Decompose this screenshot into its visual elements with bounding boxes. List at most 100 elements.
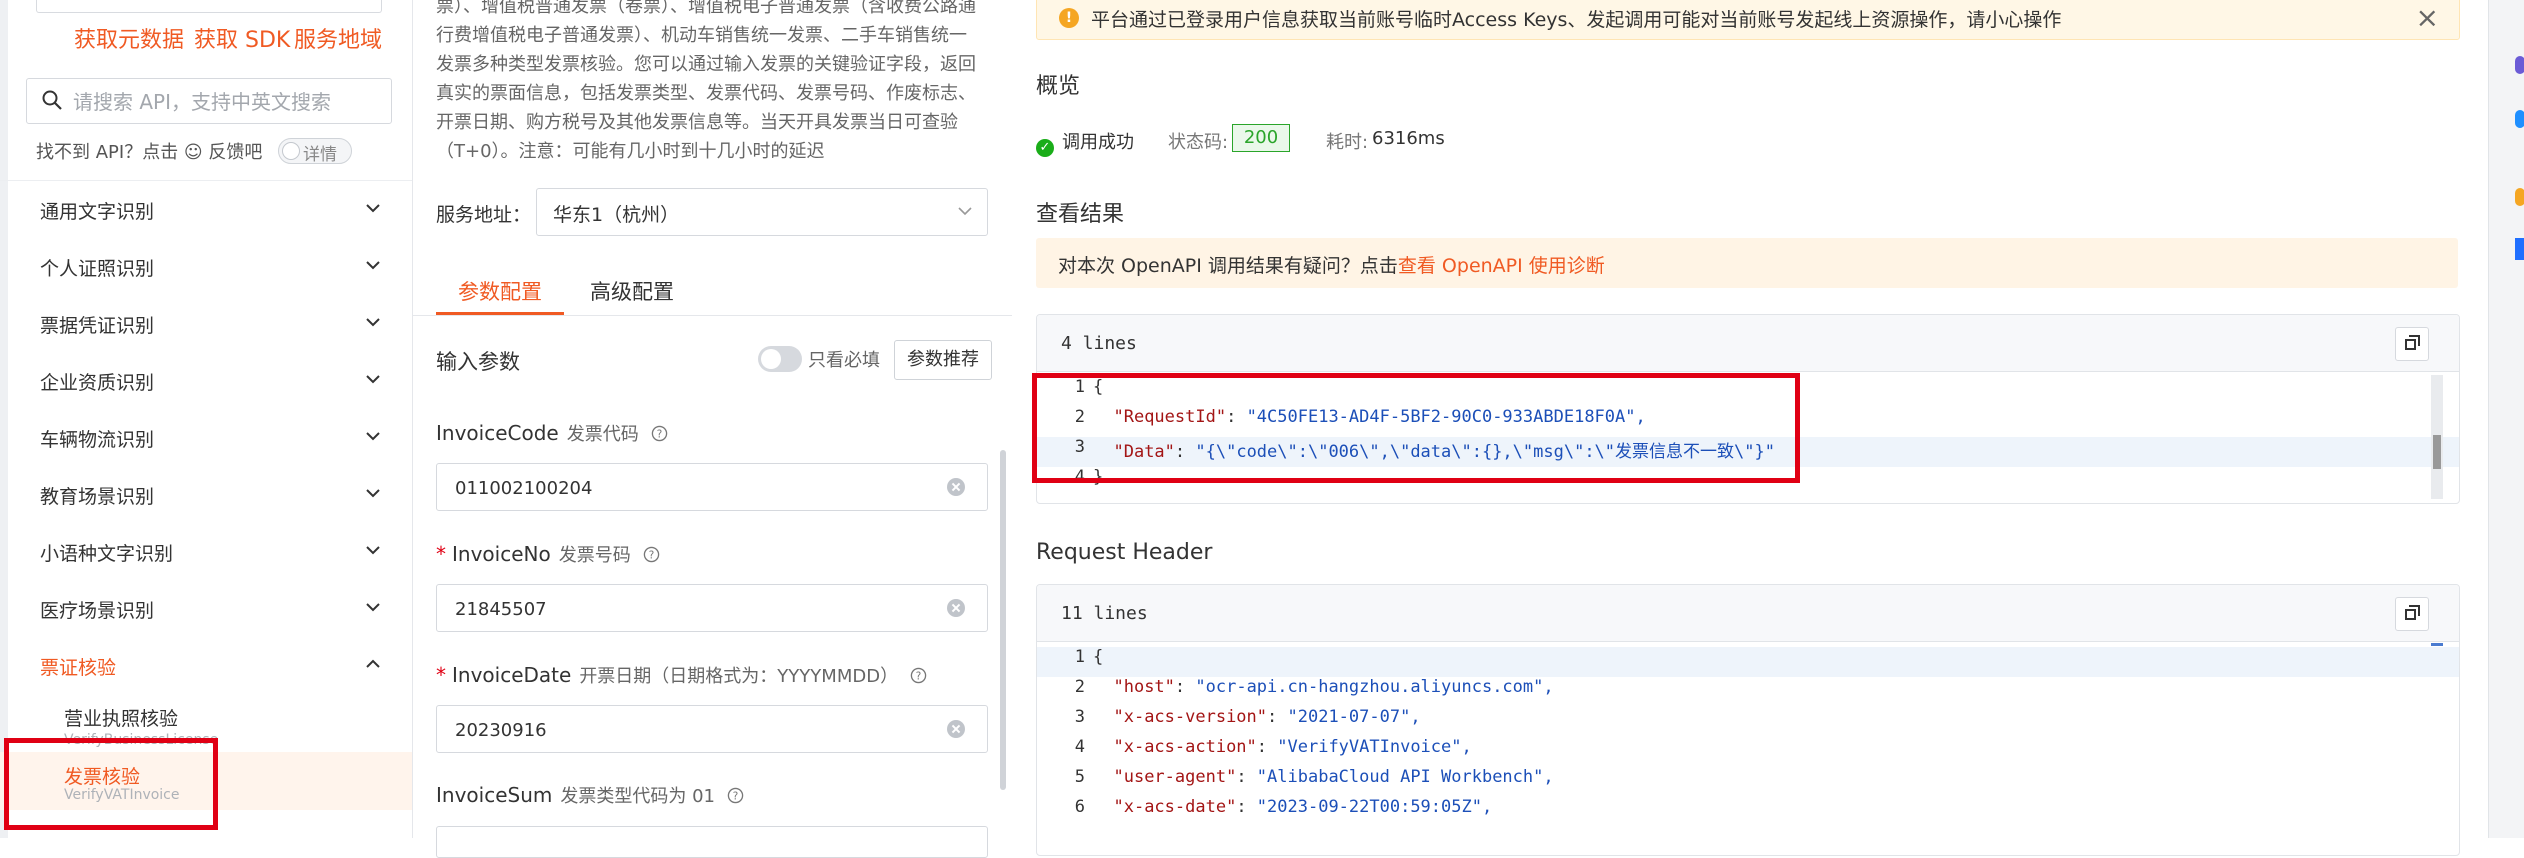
nav-personal-id-ocr[interactable]: 个人证照识别 <box>0 239 412 295</box>
param-desc: 发票代码 <box>566 424 639 445</box>
chevron-down-icon <box>958 207 972 216</box>
feedback-hint[interactable]: 找不到 API？点击 ☺ 反馈吧 <box>36 138 262 164</box>
line-count: 4 lines <box>1061 333 1137 354</box>
chevron-down-icon <box>366 546 380 555</box>
nav-medical-ocr[interactable]: 医疗场景识别 <box>0 581 412 637</box>
svg-text:?: ? <box>657 428 663 440</box>
close-icon[interactable]: × <box>2416 1 2439 34</box>
nav-label: 票据凭证识别 <box>40 315 155 337</box>
chevron-down-icon <box>366 261 380 270</box>
call-status: ✓ 调用成功 <box>1036 128 1134 157</box>
clear-icon[interactable] <box>947 599 965 617</box>
call-status-text: 调用成功 <box>1062 132 1134 153</box>
code-line: 5 "user-agent": "AlibabaCloud API Workbe… <box>1074 767 1554 787</box>
extension-icon[interactable] <box>2515 56 2524 74</box>
code-scrollbar[interactable] <box>2431 643 2443 855</box>
params-scrollbar[interactable] <box>1000 450 1006 790</box>
overview-title: 概览 <box>1036 74 1081 99</box>
nav-label: 小语种文字识别 <box>40 543 174 565</box>
only-required-switch[interactable] <box>758 346 802 372</box>
warning-alert: ! 平台通过已登录用户信息获取当前账号临时Access Keys、发起调用可能对… <box>1036 0 2460 40</box>
extension-icon[interactable] <box>2515 110 2524 128</box>
nav-general-ocr[interactable]: 通用文字识别 <box>0 182 412 238</box>
search-input[interactable] <box>71 87 375 117</box>
param-name: InvoiceDate <box>452 663 572 687</box>
invoiceno-field[interactable] <box>453 594 927 624</box>
code-line: 1{ <box>1037 647 2459 677</box>
invoicedate-input[interactable] <box>436 705 988 753</box>
invoicesum-input[interactable] <box>436 826 988 858</box>
line-count: 11 lines <box>1061 603 1148 624</box>
help-icon[interactable]: ? <box>910 667 927 684</box>
param-invoicesum-label: InvoiceSum 发票类型代码为 01 ? <box>436 782 744 808</box>
param-name: InvoiceCode <box>436 421 559 445</box>
detail-toggle-label: 详情 <box>303 145 337 165</box>
param-recommend-button[interactable]: 参数推荐 <box>894 340 992 380</box>
param-desc: 发票号码 <box>558 545 631 566</box>
toggle-knob <box>282 142 300 160</box>
param-desc: 开票日期（日期格式为：YYYYMMDD） <box>579 666 899 687</box>
extension-icon[interactable] <box>2515 188 2524 206</box>
diagnosis-bar: 对本次 OpenAPI 调用结果有疑问？点击查看 OpenAPI 使用诊断 <box>1036 238 2458 288</box>
status-code-label: 状态码: <box>1168 132 1229 153</box>
scrollbar-thumb[interactable] <box>2433 435 2441 469</box>
active-tab-indicator <box>436 312 564 315</box>
tabs-divider <box>412 315 1012 316</box>
extension-icon[interactable] <box>2515 238 2524 260</box>
search-icon <box>42 90 62 110</box>
service-address-label: 服务地址： <box>436 204 532 226</box>
diagnosis-prefix: 对本次 OpenAPI 调用结果有疑问？点击 <box>1058 255 1398 277</box>
code-line: 6 "x-acs-date": "2023-09-22T00:59:05Z", <box>1074 797 1493 817</box>
help-icon[interactable]: ? <box>727 787 744 804</box>
nav-minor-language-ocr[interactable]: 小语种文字识别 <box>0 524 412 580</box>
code-line: 2 "host": "ocr-api.cn-hangzhou.aliyuncs.… <box>1074 677 1554 697</box>
annotation-highlight-box <box>1032 373 1800 483</box>
service-address-select[interactable]: 华东1（杭州） <box>536 188 988 236</box>
tab-advanced-config[interactable]: 高级配置 <box>590 276 674 306</box>
clear-icon[interactable] <box>947 478 965 496</box>
help-icon[interactable]: ? <box>643 546 660 563</box>
alert-text: 平台通过已登录用户信息获取当前账号临时Access Keys、发起调用可能对当前… <box>1091 9 2062 31</box>
svg-text:?: ? <box>733 790 739 802</box>
get-metadata-link[interactable]: 获取元数据 <box>74 22 184 54</box>
nav-label: 通用文字识别 <box>40 201 155 223</box>
nav-label: 票证核验 <box>40 657 117 679</box>
clear-icon[interactable] <box>947 720 965 738</box>
service-region-link[interactable]: 服务地域 <box>294 22 382 54</box>
diagnosis-text: 对本次 OpenAPI 调用结果有疑问？点击查看 OpenAPI 使用诊断 <box>1058 251 1605 278</box>
result-title: 查看结果 <box>1036 202 1125 227</box>
copy-icon[interactable] <box>2395 327 2429 361</box>
code-scrollbar[interactable] <box>2431 375 2443 499</box>
invoicedate-field[interactable] <box>453 715 927 745</box>
service-address-value: 华东1（杭州） <box>553 204 680 226</box>
annotation-highlight-box <box>4 738 218 830</box>
tab-param-config[interactable]: 参数配置 <box>458 276 542 306</box>
invoicecode-field[interactable] <box>453 473 927 503</box>
nav-enterprise-ocr[interactable]: 企业资质识别 <box>0 353 412 409</box>
api-search-box[interactable] <box>26 78 392 124</box>
success-icon: ✓ <box>1036 139 1054 157</box>
request-header-title: Request Header <box>1036 540 1213 565</box>
nav-vehicle-ocr[interactable]: 车辆物流识别 <box>0 410 412 466</box>
param-invoicecode-label: InvoiceCode 发票代码 ? <box>436 420 668 446</box>
invoicecode-input[interactable] <box>436 463 988 511</box>
warning-icon: ! <box>1059 8 1079 28</box>
chevron-down-icon <box>366 318 380 327</box>
invoiceno-input[interactable] <box>436 584 988 632</box>
elapsed-value: 6316ms <box>1372 128 1445 149</box>
help-icon[interactable]: ? <box>651 425 668 442</box>
detail-toggle[interactable]: 详情 <box>278 138 352 165</box>
chevron-down-icon <box>366 489 380 498</box>
nav-receipt-ocr[interactable]: 票据凭证识别 <box>0 296 412 352</box>
code-panel-header: 4 lines <box>1037 315 2459 372</box>
diagnosis-link[interactable]: 查看 OpenAPI 使用诊断 <box>1398 255 1605 277</box>
nav-education-ocr[interactable]: 教育场景识别 <box>0 467 412 523</box>
copy-icon[interactable] <box>2395 597 2429 631</box>
product-selector[interactable] <box>36 0 382 13</box>
get-sdk-link[interactable]: 获取 SDK <box>194 22 290 54</box>
elapsed-label: 耗时: <box>1326 132 1369 153</box>
nav-label: 个人证照识别 <box>40 258 155 280</box>
nav-ticket-verification[interactable]: 票证核验 <box>0 638 412 694</box>
nav-label: 企业资质识别 <box>40 372 155 394</box>
chevron-down-icon <box>366 432 380 441</box>
